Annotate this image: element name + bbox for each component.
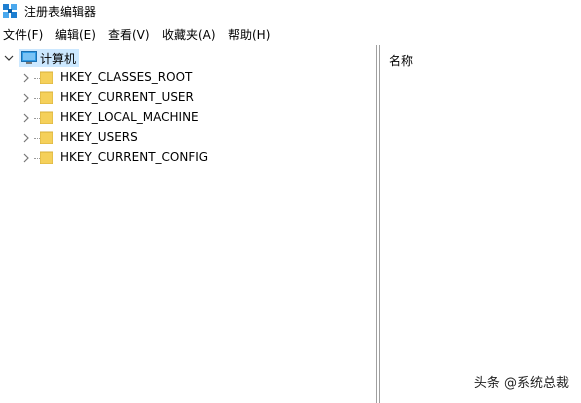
tree-item-label: 计算机 (40, 52, 77, 66)
tree-item-hkey-current-config[interactable]: HKEY_CURRENT_CONFIG (0, 148, 376, 168)
chevron-down-icon[interactable] (4, 53, 14, 63)
folder-icon (40, 111, 53, 124)
tree-item-label: HKEY_CLASSES_ROOT (60, 70, 193, 84)
menu-view[interactable]: 查看(V) (108, 26, 150, 43)
values-list-pane[interactable]: 名称 (380, 45, 581, 403)
computer-icon (21, 51, 37, 64)
tree-item-hkey-current-user[interactable]: HKEY_CURRENT_USER (0, 88, 376, 108)
chevron-right-icon[interactable] (21, 133, 31, 143)
registry-editor-window: 注册表编辑器 文件(F) 编辑(E) 查看(V) 收藏夹(A) 帮助(H) 计算… (0, 0, 581, 403)
chevron-right-icon[interactable] (21, 153, 31, 163)
folder-icon (40, 131, 53, 144)
chevron-right-icon[interactable] (21, 73, 31, 83)
registry-editor-icon (3, 4, 17, 18)
tree-pane[interactable]: 计算机 HKEY_CLASSES_ROOT HKEY_CURRENT_USER (0, 45, 376, 403)
menu-help[interactable]: 帮助(H) (228, 26, 270, 43)
tree-item-computer[interactable]: 计算机 (0, 48, 376, 68)
tree-item-hkey-local-machine[interactable]: HKEY_LOCAL_MACHINE (0, 108, 376, 128)
window-title: 注册表编辑器 (24, 5, 97, 19)
tree-item-label: HKEY_USERS (60, 130, 138, 144)
tree-item-hkey-users[interactable]: HKEY_USERS (0, 128, 376, 148)
chevron-right-icon[interactable] (21, 93, 31, 103)
column-header-name[interactable]: 名称 (389, 52, 413, 69)
menu-favorites[interactable]: 收藏夹(A) (162, 26, 216, 43)
tree-item-label: HKEY_CURRENT_USER (60, 90, 194, 104)
title-bar: 注册表编辑器 (0, 0, 581, 22)
menu-edit[interactable]: 编辑(E) (55, 26, 96, 43)
watermark: 头条 @系统总裁 (473, 376, 569, 391)
folder-icon (40, 91, 53, 104)
tree-item-label: HKEY_LOCAL_MACHINE (60, 110, 199, 124)
menu-file[interactable]: 文件(F) (3, 26, 43, 43)
menu-bar: 文件(F) 编辑(E) 查看(V) 收藏夹(A) 帮助(H) (0, 26, 581, 44)
folder-icon (40, 151, 53, 164)
tree-item-hkey-classes-root[interactable]: HKEY_CLASSES_ROOT (0, 68, 376, 88)
chevron-right-icon[interactable] (21, 113, 31, 123)
folder-icon (40, 71, 53, 84)
tree-item-label: HKEY_CURRENT_CONFIG (60, 150, 209, 164)
